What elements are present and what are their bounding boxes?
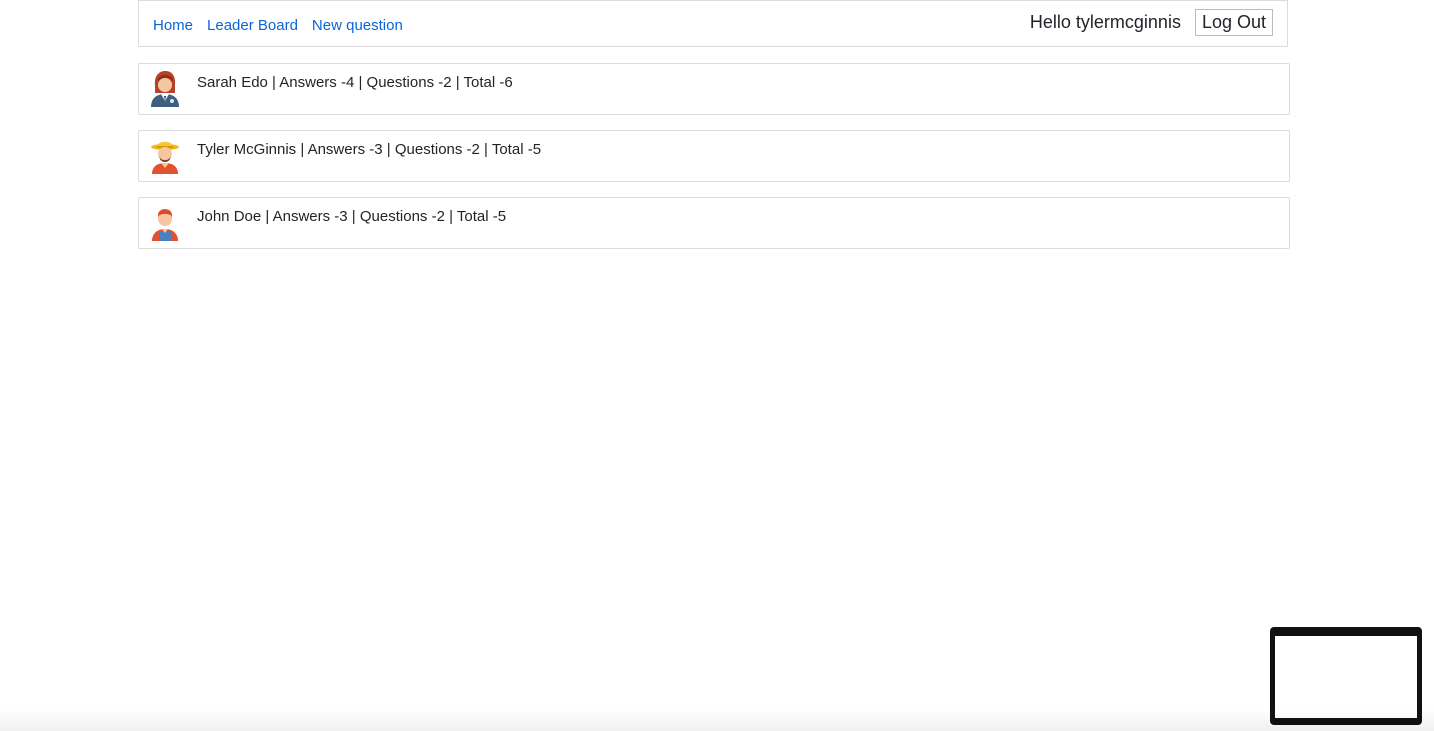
- nav-link-home[interactable]: Home: [153, 17, 193, 34]
- leaderboard-row: Sarah Edo | Answers -4 | Questions -2 | …: [138, 63, 1290, 115]
- woman-avatar-icon: [151, 71, 179, 107]
- user-greeting: Hello tylermcginnis: [1029, 12, 1181, 32]
- leaderboard-list: Sarah Edo | Answers -4 | Questions -2 | …: [138, 63, 1290, 264]
- man-avatar-icon: [152, 209, 178, 241]
- logout-button[interactable]: Log Out: [1194, 9, 1273, 36]
- leaderboard-row: John Doe | Answers -3 | Questions -2 | T…: [138, 197, 1290, 249]
- user-area: Hello tylermcginnis Log Out: [1030, 9, 1273, 36]
- man-with-hat-avatar-icon: [151, 141, 179, 174]
- page: Home Leader Board New question Hello tyl…: [0, 0, 1434, 731]
- leaderboard-row: Tyler McGinnis | Answers -3 | Questions …: [138, 130, 1290, 182]
- nav-links: Home Leader Board New question: [153, 17, 403, 34]
- leaderboard-entry-text: John Doe | Answers -3 | Questions -2 | T…: [197, 208, 507, 225]
- leaderboard-entry-text: Tyler McGinnis | Answers -3 | Questions …: [197, 141, 542, 158]
- thumbnail-preview: [1275, 636, 1417, 718]
- nav-link-new-question[interactable]: New question: [312, 17, 403, 34]
- bottom-shadow: [0, 709, 1434, 731]
- nav-link-leader-board[interactable]: Leader Board: [207, 17, 298, 34]
- leaderboard-entry-text: Sarah Edo | Answers -4 | Questions -2 | …: [197, 74, 513, 91]
- top-navbar: Home Leader Board New question Hello tyl…: [138, 0, 1288, 47]
